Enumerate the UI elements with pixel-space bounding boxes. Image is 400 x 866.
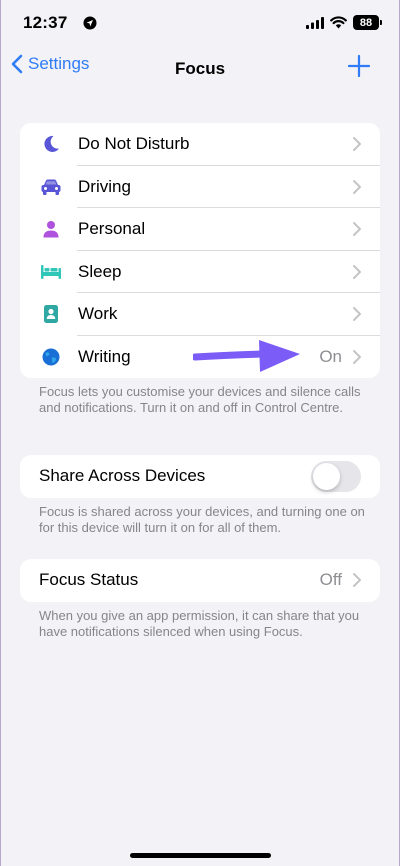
cellular-signal-icon: [306, 16, 324, 29]
focus-mode-sleep[interactable]: Sleep: [20, 251, 380, 294]
annotation-arrow-icon: [193, 340, 300, 372]
home-indicator: [130, 853, 271, 858]
badge-icon: [40, 303, 62, 325]
chevron-right-icon: [353, 222, 361, 237]
focus-mode-label: Personal: [78, 219, 146, 239]
focus-mode-value: On: [319, 346, 342, 366]
chevron-right-icon: [353, 349, 361, 364]
status-time: 12:37: [23, 13, 68, 32]
chevron-right-icon: [353, 264, 361, 279]
chevron-right-icon: [353, 179, 361, 194]
car-icon: [40, 176, 62, 198]
bed-icon: [40, 261, 62, 283]
focus-mode-do-not-disturb[interactable]: Do Not Disturb: [20, 123, 380, 166]
share-across-devices-row: Share Across Devices: [20, 455, 380, 498]
focus-status-description: When you give an app permission, it can …: [39, 608, 360, 639]
chevron-right-icon: [353, 573, 361, 588]
person-icon: [40, 218, 62, 240]
chevron-right-icon: [353, 137, 361, 152]
moon-icon: [40, 133, 62, 155]
focus-mode-driving[interactable]: Driving: [20, 166, 380, 209]
battery-level: 88: [359, 16, 373, 29]
add-focus-button[interactable]: [347, 54, 371, 78]
focus-mode-label: Do Not Disturb: [78, 134, 190, 154]
share-description: Focus is shared across your devices, and…: [39, 504, 365, 535]
location-icon: [83, 16, 97, 30]
focus-settings-screen: 12:37 88 Settings Focus Do Not Disturb D…: [0, 0, 400, 866]
page-title: Focus: [174, 59, 226, 78]
navigation-bar: Settings Focus: [1, 52, 399, 86]
share-across-devices-toggle[interactable]: [311, 460, 361, 492]
focus-status-group: Focus Status Off: [20, 559, 380, 602]
status-indicators: 88: [306, 15, 382, 30]
focus-mode-work[interactable]: Work: [20, 293, 380, 336]
wifi-icon: [330, 16, 347, 29]
focus-description: Focus lets you customise your devices an…: [39, 384, 361, 415]
status-bar: 12:37 88: [1, 0, 399, 46]
chevron-right-icon: [353, 307, 361, 322]
globe-icon: [40, 346, 62, 368]
focus-status-value: Off: [319, 570, 342, 590]
focus-mode-label: Sleep: [78, 261, 122, 281]
share-across-devices-group: Share Across Devices: [20, 455, 380, 498]
focus-mode-personal[interactable]: Personal: [20, 208, 380, 251]
focus-mode-label: Work: [78, 304, 118, 324]
toggle-knob: [313, 462, 340, 490]
battery-indicator: 88: [353, 15, 382, 30]
focus-status-row[interactable]: Focus Status Off: [20, 559, 380, 602]
focus-mode-label: Driving: [78, 176, 131, 196]
focus-status-label: Focus Status: [39, 570, 139, 590]
share-across-devices-label: Share Across Devices: [39, 466, 206, 486]
